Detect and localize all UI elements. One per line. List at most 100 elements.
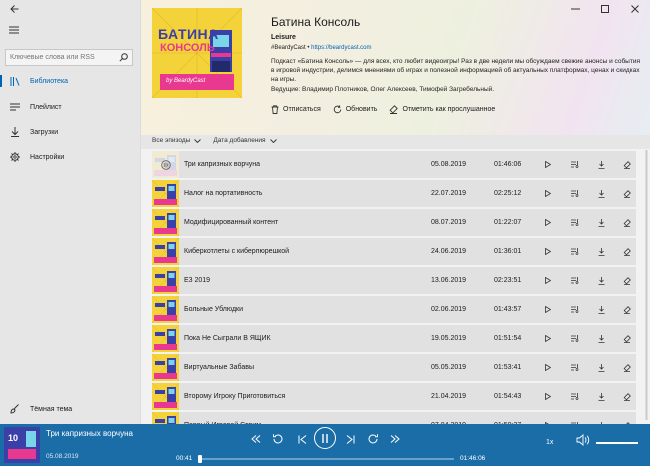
sidebar-item-library[interactable]: Библиотека [0, 71, 140, 91]
mark-played-episode-button[interactable] [620, 390, 634, 404]
skip-back-button[interactable] [269, 430, 287, 448]
playback-speed-button[interactable]: 1x [538, 436, 561, 449]
unsubscribe-button[interactable]: Отписаться [271, 105, 321, 114]
episode-row[interactable]: Больные Ублюдки 02.06.2019 01:43:57 [152, 296, 636, 323]
volume-icon [576, 434, 590, 446]
episode-row[interactable]: Налог на портативность 22.07.2019 02:25:12 [152, 180, 636, 207]
scrollbar[interactable] [645, 150, 648, 420]
maximize-button[interactable] [590, 0, 620, 17]
now-playing-thumbnail[interactable]: 10 [4, 427, 40, 463]
mark-played-episode-button[interactable] [620, 274, 634, 288]
add-to-playlist-button[interactable] [568, 303, 582, 317]
download-episode-button[interactable] [594, 245, 608, 259]
add-to-playlist-button[interactable] [568, 187, 582, 201]
volume-slider[interactable] [596, 442, 638, 444]
previous-episode-button[interactable] [247, 430, 265, 448]
rewind-icon [251, 435, 261, 443]
play-icon [545, 277, 551, 284]
episode-duration: 02:25:12 [494, 190, 522, 197]
play-episode-button[interactable] [541, 332, 555, 346]
add-to-playlist-button[interactable] [568, 245, 582, 259]
episode-row[interactable]: Киберкотлеты с киберпюрешкой 24.06.2019 01… [152, 238, 636, 265]
mark-played-episode-button[interactable] [620, 216, 634, 230]
mark-played-button[interactable]: Отметить как прослушанное [389, 105, 495, 114]
episode-row[interactable]: Первый Игровой Стрим07.04.201901:50:27 [152, 412, 636, 424]
skip-forward-icon [367, 433, 379, 445]
play-episode-button[interactable] [541, 390, 555, 404]
unsubscribe-label: Отписаться [283, 106, 321, 113]
episode-thumbnail [152, 325, 179, 352]
download-icon [598, 247, 605, 256]
play-episode-button[interactable] [541, 158, 555, 172]
add-to-playlist-button[interactable] [568, 361, 582, 375]
add-to-playlist-button[interactable] [568, 274, 582, 288]
download-episode-button[interactable] [594, 187, 608, 201]
mark-played-episode-button[interactable] [620, 158, 634, 172]
mark-played-episode-button[interactable] [620, 361, 634, 375]
mark-played-episode-button[interactable] [620, 303, 634, 317]
download-episode-button[interactable] [594, 332, 608, 346]
download-episode-button[interactable] [594, 158, 608, 172]
sort-dropdown[interactable]: Дата добавления [213, 137, 277, 144]
skip-forward-button[interactable] [364, 430, 382, 448]
episode-thumbnail [152, 267, 179, 294]
title-bar [0, 0, 650, 17]
add-to-playlist-button[interactable] [568, 332, 582, 346]
download-episode-button[interactable] [594, 274, 608, 288]
add-to-playlist-button[interactable] [568, 216, 582, 230]
mark-played-episode-button[interactable] [620, 187, 634, 201]
episode-row[interactable]: Пока Не Сыграли В ЯЩИК 19.05.2019 01:51:54 [152, 325, 636, 352]
sidebar-item-downloads[interactable]: Загрузки [0, 122, 140, 142]
sidebar-item-settings[interactable]: Настройки [0, 147, 140, 167]
play-episode-button[interactable] [541, 361, 555, 375]
search-icon[interactable] [119, 53, 128, 62]
play-episode-button[interactable] [541, 216, 555, 230]
total-time: 01:46:06 [460, 455, 486, 462]
episode-row[interactable]: Модифицированный контент 08.07.2019 01:22:… [152, 209, 636, 236]
download-episode-button[interactable] [594, 303, 608, 317]
download-episode-button[interactable] [594, 361, 608, 375]
refresh-button[interactable]: Обновить [333, 105, 377, 114]
play-episode-button[interactable] [541, 274, 555, 288]
dark-theme-toggle[interactable]: Тёмная тема [0, 399, 140, 419]
episode-row[interactable]: Виртуальные Забавы 05.05.2019 01:53:41 [152, 354, 636, 381]
episode-duration: 01:36:01 [494, 248, 522, 255]
episode-title: Киберкотлеты с киберпюрешкой [184, 248, 290, 255]
play-episode-button[interactable] [541, 245, 555, 259]
fast-forward-button[interactable] [386, 430, 404, 448]
episode-title: Второму Игроку Приготовиться [184, 393, 286, 400]
volume-button[interactable] [576, 434, 590, 446]
episode-duration: 01:51:54 [494, 335, 522, 342]
add-to-playlist-button[interactable] [568, 390, 582, 404]
play-episode-button[interactable] [541, 303, 555, 317]
mark-played-episode-button[interactable] [620, 245, 634, 259]
minimize-button[interactable] [560, 0, 590, 17]
progress-slider[interactable] [197, 455, 454, 463]
skip-back-icon [272, 433, 284, 445]
hamburger-menu-icon[interactable] [9, 26, 19, 34]
close-button[interactable] [620, 0, 650, 17]
back-arrow-icon [9, 4, 19, 13]
add-to-playlist-button[interactable] [568, 158, 582, 172]
play-episode-button[interactable] [541, 187, 555, 201]
now-playing-title: Три капризных ворчуна [46, 429, 133, 438]
back-button[interactable] [0, 0, 28, 17]
episode-title: Виртуальные Забавы [184, 364, 254, 371]
episode-row[interactable]: Три капризных ворчуна 05.08.2019 01:46:06 [152, 151, 636, 178]
progress-thumb[interactable] [197, 455, 202, 463]
mark-played-label: Отметить как прослушанное [402, 106, 496, 113]
download-episode-button[interactable] [594, 216, 608, 230]
pause-button[interactable] [314, 427, 336, 449]
search-input[interactable] [6, 50, 122, 65]
mark-played-episode-button[interactable] [620, 332, 634, 346]
podcast-website-link[interactable]: https://beardycast.com [311, 45, 371, 51]
download-episode-button[interactable] [594, 390, 608, 404]
episode-filter-dropdown[interactable]: Все эпизоды [152, 137, 202, 144]
previous-track-button[interactable] [293, 430, 311, 448]
episode-date: 05.08.2019 [431, 161, 467, 168]
episode-date: 21.04.2019 [431, 393, 467, 400]
episode-row[interactable]: Второму Игроку Приготовиться 21.04.2019 01… [152, 383, 636, 410]
sidebar-item-playlist[interactable]: Плейлист [0, 97, 140, 117]
episode-row[interactable]: E3 2019 13.06.2019 02:23:51 [152, 267, 636, 294]
next-track-button[interactable] [341, 430, 359, 448]
